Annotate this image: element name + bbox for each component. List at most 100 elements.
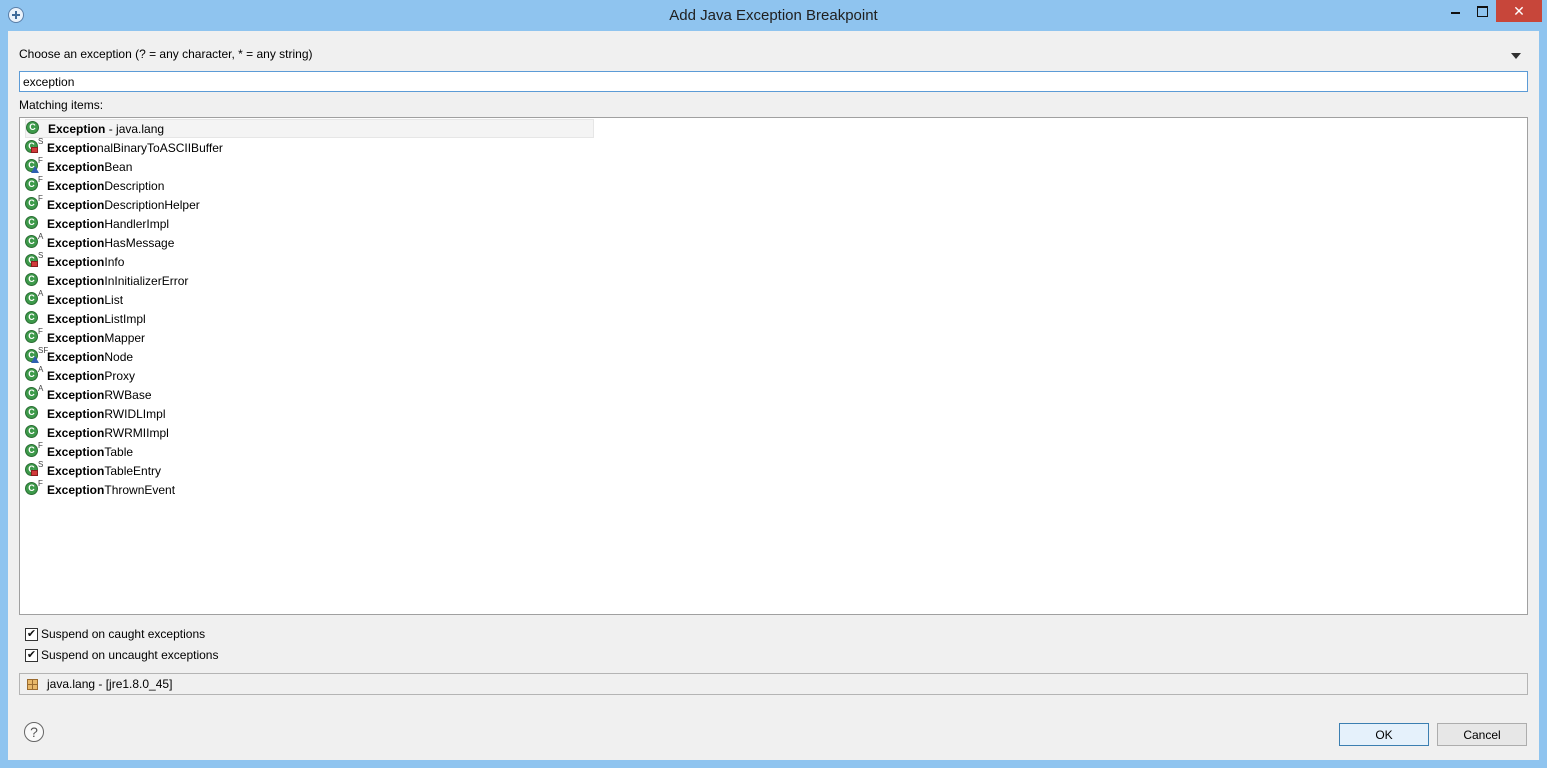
class-icon: CA xyxy=(25,365,47,385)
modifier-mark: A xyxy=(38,289,44,298)
list-item[interactable]: C F ExceptionThrownEvent xyxy=(25,479,605,499)
item-name-rest: DescriptionHelper xyxy=(104,197,200,212)
class-circle-icon: C xyxy=(25,311,38,324)
maximize-button[interactable] xyxy=(1468,0,1496,22)
modifier-mark: A xyxy=(38,365,44,374)
item-name-rest: Table xyxy=(104,444,134,459)
item-name-rest: HandlerImpl xyxy=(104,216,170,231)
class-icon: CA xyxy=(25,232,47,252)
minimize-button[interactable] xyxy=(1442,0,1468,22)
item-name-rest: - java.lang xyxy=(105,121,165,136)
list-item[interactable]: C SF ExceptionNode xyxy=(25,346,605,366)
item-name-match: Exception xyxy=(47,311,105,326)
class-icon: C xyxy=(25,423,47,442)
history-dropdown-arrow-icon[interactable] xyxy=(1511,53,1521,59)
help-icon[interactable]: ? xyxy=(24,722,44,742)
list-item[interactable]: C ExceptionHandlerImpl xyxy=(25,214,605,233)
matching-items-list[interactable]: C Exception - java.lang C S ExceptionalBinar… xyxy=(19,117,1528,615)
list-item[interactable]: C F ExceptionMapper xyxy=(25,327,605,347)
static-overlay-icon xyxy=(31,147,38,153)
modifier-mark: F xyxy=(38,194,43,203)
suspend-caught-label: Suspend on caught exceptions xyxy=(41,627,206,641)
item-name-match: Exception xyxy=(47,463,105,478)
item-name: ExceptionDescriptionHelper xyxy=(47,198,200,212)
list-item[interactable]: C F ExceptionBean xyxy=(25,156,605,176)
list-item[interactable]: C F ExceptionDescription xyxy=(25,175,605,195)
list-item[interactable]: C A ExceptionProxy xyxy=(25,365,605,385)
class-circle-icon: C xyxy=(25,292,38,305)
modifier-mark: S xyxy=(38,137,44,146)
class-icon: CS xyxy=(25,137,47,157)
list-item[interactable]: C ExceptionRWRMIImpl xyxy=(25,423,605,442)
modifier-mark: F xyxy=(38,479,43,488)
class-circle-icon: C xyxy=(25,368,38,381)
item-name-match: Exception xyxy=(47,482,105,497)
suspend-caught-checkbox[interactable]: ✔ xyxy=(25,627,38,641)
suspend-caught-checkbox-row[interactable]: ✔ Suspend on caught exceptions xyxy=(25,627,205,641)
item-name-match: Exception xyxy=(47,406,105,421)
list-item[interactable]: C A ExceptionRWBase xyxy=(25,384,605,404)
modifier-mark: F xyxy=(38,441,43,450)
item-name: ExceptionTableEntry xyxy=(47,464,161,478)
modifier-mark: S xyxy=(38,460,44,469)
item-name-match: Exception xyxy=(47,444,105,459)
cancel-button[interactable]: Cancel xyxy=(1437,723,1527,746)
item-name-rest: Proxy xyxy=(104,368,136,383)
class-circle-icon: C xyxy=(25,216,38,229)
list-item[interactable]: C ExceptionRWIDLImpl xyxy=(25,404,605,423)
class-circle-icon: C xyxy=(25,482,38,495)
item-name: ExceptionRWBase xyxy=(47,388,152,402)
suspend-uncaught-checkbox[interactable]: ✔ xyxy=(25,648,38,662)
item-name: ExceptionInInitializerError xyxy=(47,274,188,288)
item-name: ExceptionalBinaryToASCIIBuffer xyxy=(47,141,223,155)
class-icon: CF xyxy=(25,441,47,461)
class-icon: C xyxy=(25,309,47,328)
modifier-mark: F xyxy=(38,327,43,336)
item-name: ExceptionNode xyxy=(47,350,133,364)
modifier-mark: A xyxy=(38,384,44,393)
item-name-rest: Node xyxy=(104,349,134,364)
item-name-rest: RWRMIImpl xyxy=(104,425,169,440)
item-name: ExceptionListImpl xyxy=(47,312,146,326)
list-item[interactable]: C Exception - java.lang xyxy=(25,119,594,138)
matching-items-label: Matching items: xyxy=(19,98,104,112)
item-name: ExceptionRWIDLImpl xyxy=(47,407,165,421)
list-item[interactable]: C F ExceptionTable xyxy=(25,441,605,461)
ok-button[interactable]: OK xyxy=(1339,723,1429,746)
item-name-rest: InInitializerError xyxy=(104,273,189,288)
class-circle-icon: C xyxy=(25,406,38,419)
item-name-rest: ThrownEvent xyxy=(104,482,176,497)
class-icon: CA xyxy=(25,289,47,309)
suspend-uncaught-checkbox-row[interactable]: ✔ Suspend on uncaught exceptions xyxy=(25,648,218,662)
choose-exception-label: Choose an exception (? = any character, … xyxy=(19,47,313,61)
modifier-mark: SF xyxy=(38,346,49,355)
item-name: ExceptionBean xyxy=(47,160,132,174)
class-icon: CF xyxy=(25,175,47,195)
static-overlay-icon xyxy=(31,261,38,267)
item-name-match: Exception xyxy=(47,425,105,440)
item-name: ExceptionHasMessage xyxy=(47,236,174,250)
list-item[interactable]: C S ExceptionalBinaryToASCIIBuffer xyxy=(25,137,605,157)
class-circle-icon: C xyxy=(25,444,38,457)
close-button[interactable]: ✕ xyxy=(1496,0,1542,22)
class-circle-icon: C xyxy=(25,197,38,210)
list-item[interactable]: C ExceptionListImpl xyxy=(25,309,605,328)
item-name-rest: List xyxy=(104,292,124,307)
class-icon: CF xyxy=(25,327,47,347)
class-icon: C xyxy=(26,119,48,138)
minimize-icon xyxy=(1450,12,1460,14)
list-item[interactable]: C A ExceptionHasMessage xyxy=(25,232,605,252)
list-item[interactable]: C F ExceptionDescriptionHelper xyxy=(25,194,605,214)
list-item[interactable]: C ExceptionInInitializerError xyxy=(25,271,605,290)
list-item[interactable]: C S ExceptionTableEntry xyxy=(25,460,605,480)
list-item[interactable]: C A ExceptionList xyxy=(25,289,605,309)
list-item[interactable]: C S ExceptionInfo xyxy=(25,251,605,271)
item-name-match: Exceptio xyxy=(47,140,98,155)
abstract-overlay-icon xyxy=(31,166,39,173)
item-name-match: Exception xyxy=(47,216,105,231)
item-name-rest: Bean xyxy=(104,159,133,174)
exception-filter-input[interactable] xyxy=(19,71,1528,92)
item-name-match: Exception xyxy=(47,159,105,174)
class-icon: C xyxy=(25,404,47,423)
item-name-match: Exception xyxy=(47,292,105,307)
